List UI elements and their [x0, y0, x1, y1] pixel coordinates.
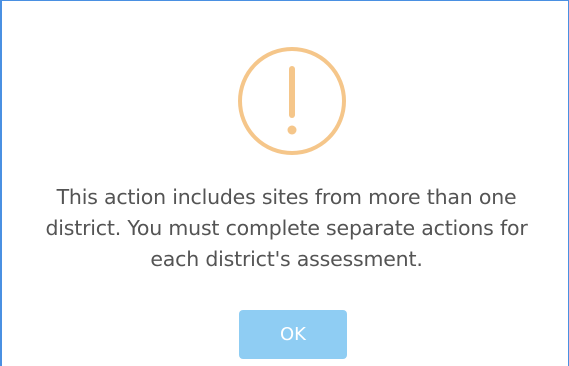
ok-button[interactable]: OK: [239, 310, 347, 359]
message-line: This action includes sites from more tha…: [56, 185, 517, 209]
dialog-message: This action includes sites from more tha…: [22, 182, 551, 275]
exclamation-circle-icon: [236, 45, 348, 157]
message-line: each district's assessment.: [150, 247, 423, 271]
alert-dialog: This action includes sites from more tha…: [0, 0, 569, 366]
message-line: district. You must complete separate act…: [45, 216, 528, 240]
